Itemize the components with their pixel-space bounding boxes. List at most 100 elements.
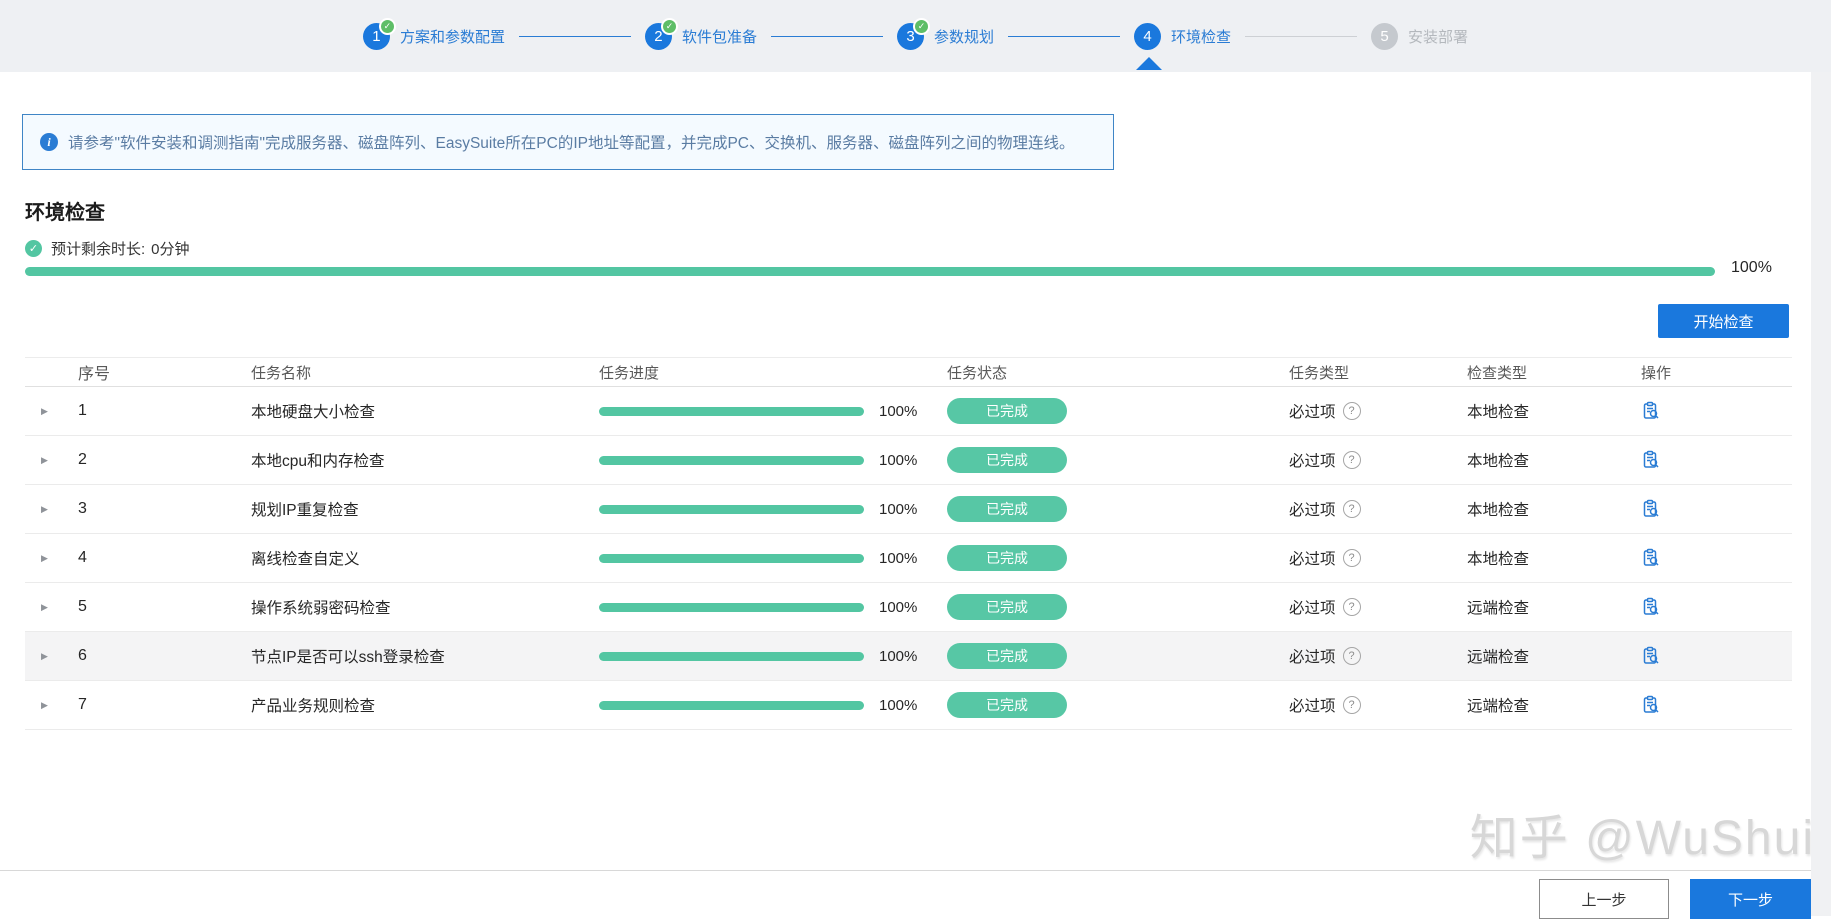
status-badge: 已完成 <box>947 692 1067 718</box>
help-icon[interactable]: ? <box>1342 451 1361 469</box>
expand-arrow-icon[interactable]: ▶ <box>41 406 48 417</box>
status-badge: 已完成 <box>947 398 1067 424</box>
task-progress-percent: 100% <box>879 549 918 567</box>
task-progress-percent: 100% <box>879 402 918 420</box>
row-no: 4 <box>78 549 87 566</box>
status-badge: 已完成 <box>947 545 1067 571</box>
view-report-icon[interactable] <box>1641 695 1661 715</box>
scrollbar-track[interactable] <box>1811 72 1831 916</box>
step-label: 软件包准备 <box>681 28 757 46</box>
previous-step-button[interactable]: 上一步 <box>1539 879 1669 919</box>
view-report-icon[interactable] <box>1641 646 1661 666</box>
task-name: 节点IP是否可以ssh登录检查 <box>251 649 445 666</box>
info-banner: i 请参考"软件安装和调测指南"完成服务器、磁盘阵列、EasySuite所在PC… <box>22 114 1114 170</box>
header-task-name: 任务名称 <box>251 364 312 382</box>
check-type: 远端检查 <box>1467 600 1530 617</box>
wizard-footer: 上一步 下一步 <box>0 870 1811 919</box>
remaining-time-label: 预计剩余时长: <box>51 241 146 258</box>
header-check-type: 检查类型 <box>1467 364 1528 382</box>
table-row[interactable]: ▶ 2 本地cpu和内存检查 100% 已完成 必过项? 本地检查 <box>25 436 1792 485</box>
step-connector <box>1245 35 1358 37</box>
header-status: 任务状态 <box>947 364 1008 382</box>
help-icon[interactable]: ? <box>1342 500 1361 518</box>
step-done-check-icon: ✓ <box>378 17 396 35</box>
info-banner-text: 请参考"软件安装和调测指南"完成服务器、磁盘阵列、EasySuite所在PC的I… <box>68 135 1075 152</box>
step-param-plan[interactable]: 3 ✓ 参数规划 <box>896 17 994 50</box>
overall-progress-percent: 100% <box>1731 259 1772 276</box>
task-type: 必过项 <box>1289 502 1336 519</box>
check-circle-icon: ✓ <box>25 240 42 257</box>
step-4-circle: 4 <box>1134 22 1161 50</box>
header-no: 序号 <box>78 366 111 383</box>
step-1-circle: 1 ✓ <box>362 17 396 50</box>
step-connector <box>518 35 631 37</box>
table-header-row: 序号 任务名称 任务进度 任务状态 任务类型 检查类型 操作 <box>25 358 1792 387</box>
step-label: 方案和参数配置 <box>399 28 505 46</box>
step-plan-config[interactable]: 1 ✓ 方案和参数配置 <box>362 17 505 50</box>
step-package-prep[interactable]: 2 ✓ 软件包准备 <box>644 17 757 50</box>
start-check-button[interactable]: 开始检查 <box>1658 304 1789 338</box>
table-row[interactable]: ▶ 1 本地硬盘大小检查 100% 已完成 必过项? 本地检查 <box>25 387 1792 436</box>
step-label: 参数规划 <box>933 28 994 46</box>
task-name: 本地硬盘大小检查 <box>251 404 376 421</box>
table-row[interactable]: ▶ 7 产品业务规则检查 100% 已完成 必过项? 远端检查 <box>25 681 1792 730</box>
expand-arrow-icon[interactable]: ▶ <box>41 455 48 466</box>
status-badge: 已完成 <box>947 496 1067 522</box>
table-row[interactable]: ▶ 3 规划IP重复检查 100% 已完成 必过项? 本地检查 <box>25 485 1792 534</box>
install-wizard-page: 1 ✓ 方案和参数配置 2 ✓ 软件包准备 3 ✓ 参数规划 4 环境检查 5 安装部… <box>0 0 1831 919</box>
remaining-time-value: 0分钟 <box>151 241 190 258</box>
table-row[interactable]: ▶ 4 离线检查自定义 100% 已完成 必过项? 本地检查 <box>25 534 1792 583</box>
check-type: 远端检查 <box>1467 698 1530 715</box>
header-task-type: 任务类型 <box>1289 364 1350 382</box>
help-icon[interactable]: ? <box>1342 696 1361 714</box>
task-type: 必过项 <box>1289 600 1336 617</box>
view-report-icon[interactable] <box>1641 597 1661 617</box>
check-type: 本地检查 <box>1467 502 1530 519</box>
step-connector <box>1008 35 1120 37</box>
status-badge: 已完成 <box>947 643 1067 669</box>
expand-arrow-icon[interactable]: ▶ <box>41 651 48 662</box>
step-done-check-icon: ✓ <box>912 17 930 35</box>
step-env-check[interactable]: 4 环境检查 <box>1134 22 1231 70</box>
page-title: 环境检查 <box>25 202 105 224</box>
info-icon: i <box>40 133 58 151</box>
task-name: 规划IP重复检查 <box>251 502 359 519</box>
expand-arrow-icon[interactable]: ▶ <box>41 504 48 515</box>
task-progress-bar <box>599 602 864 612</box>
help-icon[interactable]: ? <box>1342 402 1361 420</box>
expand-arrow-icon[interactable]: ▶ <box>41 602 48 613</box>
task-progress-percent: 100% <box>879 647 918 665</box>
task-progress-bar <box>599 406 864 416</box>
expand-arrow-icon[interactable]: ▶ <box>41 553 48 564</box>
remaining-time: ✓ 预计剩余时长: 0分钟 <box>25 238 190 259</box>
check-task-table: 序号 任务名称 任务进度 任务状态 任务类型 检查类型 操作 ▶ 1 本地硬盘大… <box>25 357 1792 730</box>
view-report-icon[interactable] <box>1641 548 1661 568</box>
wizard-stepper: 1 ✓ 方案和参数配置 2 ✓ 软件包准备 3 ✓ 参数规划 4 环境检查 5 安装部… <box>0 0 1831 72</box>
table-row[interactable]: ▶ 5 操作系统弱密码检查 100% 已完成 必过项? 远端检查 <box>25 583 1792 632</box>
view-report-icon[interactable] <box>1641 450 1661 470</box>
row-no: 6 <box>78 647 87 664</box>
help-icon[interactable]: ? <box>1342 647 1361 665</box>
task-type: 必过项 <box>1289 698 1336 715</box>
step-install-deploy: 5 安装部署 <box>1371 22 1469 50</box>
table-row[interactable]: ▶ 6 节点IP是否可以ssh登录检查 100% 已完成 必过项? 远端检查 <box>25 632 1792 681</box>
check-type: 远端检查 <box>1467 649 1530 666</box>
task-name: 离线检查自定义 <box>251 551 360 568</box>
task-type: 必过项 <box>1289 404 1336 421</box>
next-step-button[interactable]: 下一步 <box>1690 879 1811 919</box>
step-label: 安装部署 <box>1408 28 1469 46</box>
step-5-circle: 5 <box>1371 22 1399 50</box>
task-progress-percent: 100% <box>879 500 918 518</box>
view-report-icon[interactable] <box>1641 401 1661 421</box>
header-progress: 任务进度 <box>599 364 660 382</box>
status-badge: 已完成 <box>947 594 1067 620</box>
expand-arrow-icon[interactable]: ▶ <box>41 700 48 711</box>
task-name: 操作系统弱密码检查 <box>251 600 391 617</box>
row-no: 7 <box>78 696 87 713</box>
task-progress-bar <box>599 455 864 465</box>
view-report-icon[interactable] <box>1641 499 1661 519</box>
step-3-circle: 3 ✓ <box>896 17 930 50</box>
help-icon[interactable]: ? <box>1342 549 1361 567</box>
help-icon[interactable]: ? <box>1342 598 1361 616</box>
task-name: 产品业务规则检查 <box>251 698 376 715</box>
